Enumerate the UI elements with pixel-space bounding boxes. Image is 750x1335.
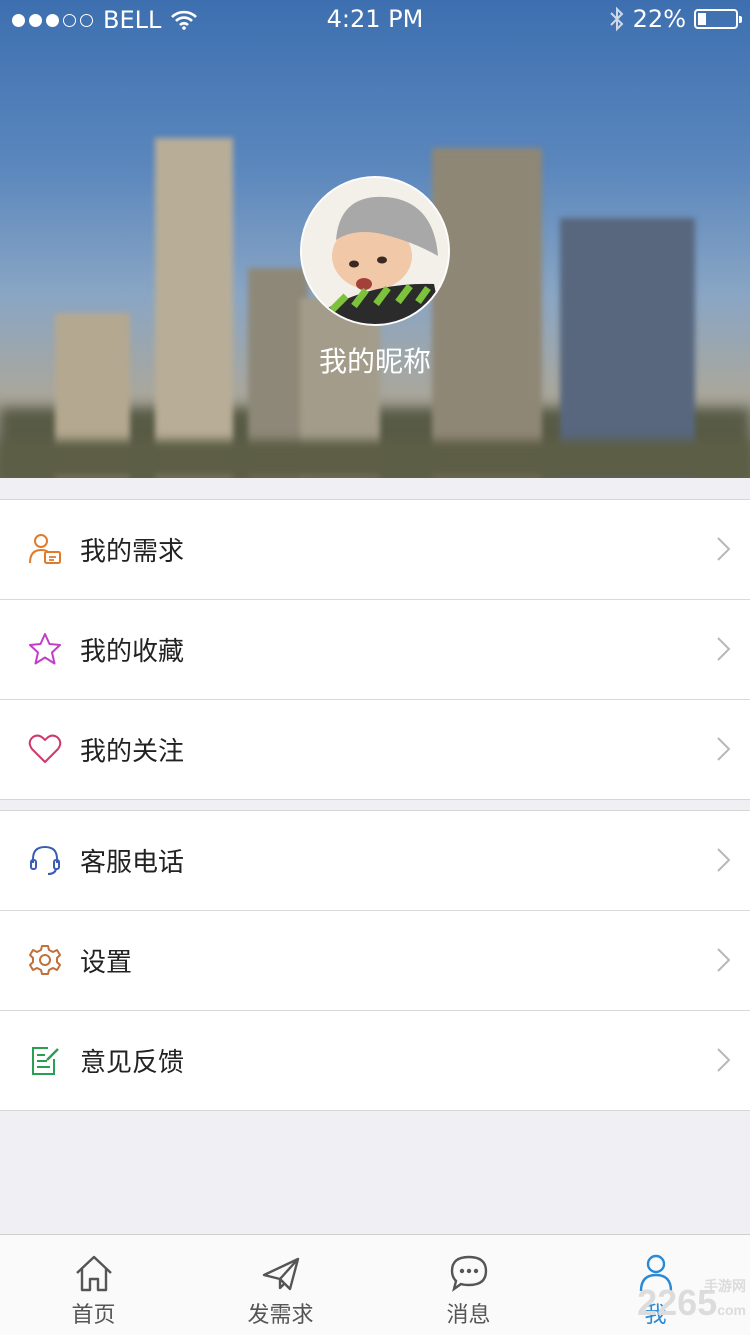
- menu-item-my-demands[interactable]: 我的需求: [0, 500, 750, 600]
- menu-group-secondary: 客服电话 设置 意见反馈: [0, 810, 750, 1111]
- menu-item-label: 设置: [80, 948, 133, 978]
- battery-level: [698, 13, 706, 25]
- bluetooth-icon: [609, 6, 624, 32]
- tab-messages[interactable]: 消息: [375, 1235, 562, 1335]
- chevron-right-icon: [717, 637, 731, 661]
- menu-item-label: 我的需求: [80, 537, 185, 567]
- menu-item-label: 意见反馈: [80, 1048, 185, 1078]
- nickname[interactable]: 我的昵称: [0, 340, 750, 380]
- menu-item-feedback[interactable]: 意见反馈: [0, 1011, 750, 1110]
- user-document-icon: [29, 534, 61, 564]
- menu-group-primary: 我的需求 我的收藏 我的关注: [0, 499, 750, 800]
- avatar[interactable]: [300, 176, 450, 326]
- profile-header: BELL 4:21 PM 22% 我的昵称: [0, 0, 750, 478]
- tab-label: 消息: [446, 1303, 491, 1328]
- watermark-suffix: com: [717, 1302, 746, 1318]
- status-bar: BELL 4:21 PM 22%: [0, 0, 750, 40]
- tab-label: 首页: [71, 1303, 116, 1328]
- star-icon: [29, 633, 61, 665]
- home-icon: [75, 1255, 112, 1292]
- tab-home[interactable]: 首页: [0, 1235, 187, 1335]
- chevron-right-icon: [717, 537, 731, 561]
- tab-post-demand[interactable]: 发需求: [187, 1235, 374, 1335]
- chevron-right-icon: [717, 848, 731, 872]
- watermark: 2265com 手游网: [637, 1278, 746, 1324]
- tab-label: 发需求: [247, 1303, 314, 1328]
- heart-icon: [28, 734, 62, 763]
- send-icon: [262, 1257, 299, 1291]
- menu-item-my-favorites[interactable]: 我的收藏: [0, 600, 750, 700]
- chevron-right-icon: [717, 1048, 731, 1072]
- chevron-right-icon: [717, 948, 731, 972]
- gear-icon: [29, 945, 61, 975]
- menu-item-label: 我的关注: [80, 737, 185, 767]
- menu-item-settings[interactable]: 设置: [0, 911, 750, 1011]
- chevron-right-icon: [717, 737, 731, 761]
- avatar-image: [302, 178, 448, 324]
- battery-percent: 22%: [632, 5, 686, 33]
- chat-icon: [450, 1255, 487, 1292]
- menu-item-customer-service[interactable]: 客服电话: [0, 811, 750, 911]
- menu-item-label: 客服电话: [80, 848, 185, 878]
- watermark-sub: 手游网: [704, 1278, 746, 1294]
- battery-icon: [694, 9, 742, 29]
- headset-icon: [30, 845, 60, 875]
- menu-item-my-follows[interactable]: 我的关注: [0, 700, 750, 799]
- menu-item-label: 我的收藏: [80, 637, 185, 667]
- feedback-edit-icon: [32, 1047, 59, 1075]
